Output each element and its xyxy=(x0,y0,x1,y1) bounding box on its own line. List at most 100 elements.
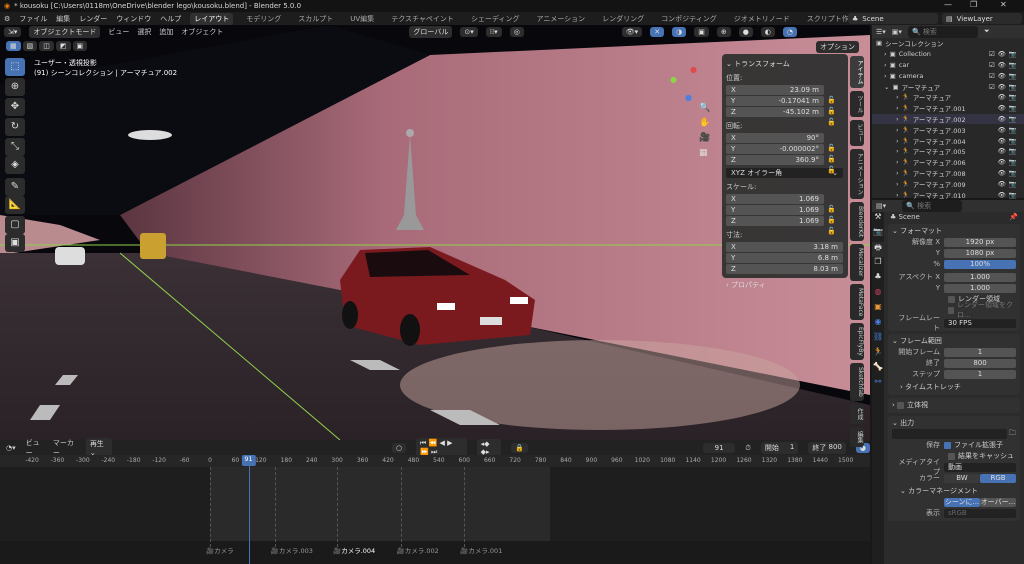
properties-search-input[interactable]: 🔍 検索 xyxy=(902,200,963,212)
visibility-toggles[interactable]: ☑👁📷 xyxy=(989,61,1020,69)
tab-item[interactable]: アイテム xyxy=(850,56,864,88)
select-tool-icon[interactable]: ⬚ xyxy=(5,58,25,76)
workspace-tab-animation[interactable]: アニメーション xyxy=(532,13,589,25)
overlay-toggle-icon[interactable]: ◑ xyxy=(672,27,687,37)
zoom-icon[interactable]: 🔍 xyxy=(699,103,710,113)
menu-render[interactable]: レンダー xyxy=(79,14,107,24)
select-intersect-icon[interactable]: ▣ xyxy=(72,41,88,51)
timeline-marker[interactable]: 🎥カメラ.004 xyxy=(333,545,375,555)
timeline-editor-type-icon[interactable]: ◔▾ xyxy=(6,444,16,452)
rotation-z-field[interactable]: Z 360.9° xyxy=(726,155,824,165)
visibility-toggles[interactable]: 👁📷 xyxy=(998,147,1020,155)
lock-icon[interactable]: 🔓 xyxy=(827,166,836,174)
object-tab-icon[interactable]: ▣ xyxy=(872,302,884,317)
override-button[interactable]: オーバー... xyxy=(980,497,1016,507)
viewport-menu-add[interactable]: 追加 xyxy=(159,27,173,37)
filter-icon[interactable]: ⏷ xyxy=(984,27,990,36)
rotation-x-field[interactable]: X 90° xyxy=(726,133,824,143)
cursor-tool-icon[interactable]: ⊕ xyxy=(5,78,25,96)
ortho-grid-icon[interactable]: ▦ xyxy=(699,148,710,158)
keying-set-icon[interactable]: 🔒 xyxy=(511,443,528,453)
visibility-toggles[interactable]: 👁📷 xyxy=(998,115,1020,123)
tab-metaface[interactable]: MetaFace xyxy=(850,283,864,321)
transform-header[interactable]: ⌄ トランスフォーム xyxy=(726,59,844,69)
current-frame-field[interactable]: 91 xyxy=(702,443,736,453)
editor-type-button[interactable]: ⇲▾ xyxy=(4,27,22,37)
scale-y-field[interactable]: Y 1.069 xyxy=(726,205,824,215)
workspace-tab-texture-paint[interactable]: テクスチャペイント xyxy=(387,13,458,25)
lock-icon[interactable]: 🔓 xyxy=(827,118,836,126)
aspect-x-field[interactable]: 1.000 xyxy=(944,272,1016,282)
visibility-toggles[interactable]: 👁📷 xyxy=(998,158,1020,166)
menu-file[interactable]: ファイル xyxy=(19,14,47,24)
shading-solid-icon[interactable]: ● xyxy=(738,27,753,37)
outliner-item-armature[interactable]: › 🏃 アーマチュア 👁📷 xyxy=(872,92,1024,103)
workspace-tab-uv[interactable]: UV編集 xyxy=(346,13,378,25)
gizmo-z-axis-icon[interactable]: ● xyxy=(685,93,692,102)
workspace-tab-modeling[interactable]: モデリング xyxy=(242,13,285,25)
gizmo-y-axis-icon[interactable]: ● xyxy=(670,75,677,84)
extra-tool-icon[interactable]: ▣ xyxy=(5,234,25,252)
resolution-x-field[interactable]: 1920 px xyxy=(944,237,1016,247)
time-stretch-subpanel[interactable]: › タイムストレッチ xyxy=(892,382,1016,392)
workspace-tab-shading[interactable]: シェーディング xyxy=(467,13,524,25)
menu-help[interactable]: ヘルプ xyxy=(160,14,181,24)
bone-tab-icon[interactable]: 🦴 xyxy=(872,362,884,377)
world-tab-icon[interactable]: ◍ xyxy=(872,287,884,302)
resolution-y-field[interactable]: 1080 px xyxy=(944,248,1016,258)
color-bw-button[interactable]: BW xyxy=(944,473,980,483)
location-y-field[interactable]: Y -0.17041 m xyxy=(726,96,824,106)
editor-type-icon[interactable]: ▤▾ xyxy=(876,202,886,210)
output-panel-header[interactable]: ⌄ 出力 xyxy=(892,418,1016,428)
auto-keying-icon[interactable]: ○ xyxy=(391,443,407,453)
measure-tool-icon[interactable]: 📐 xyxy=(5,196,25,214)
output-path-input[interactable] xyxy=(892,429,1007,439)
timeline-marker[interactable]: 🎥カメラ.003 xyxy=(271,545,313,555)
snap-icon[interactable]: ⁞⁞▾ xyxy=(485,27,502,37)
blender-menu-icon[interactable]: ⚙ xyxy=(4,15,10,23)
workspace-tab-sculpt[interactable]: スカルプト xyxy=(294,13,337,25)
shading-rendered-icon[interactable]: ◔ xyxy=(782,27,798,37)
options-button[interactable]: オプション xyxy=(816,41,859,53)
menu-window[interactable]: ウィンドウ xyxy=(116,14,151,24)
shading-material-icon[interactable]: ◐ xyxy=(760,27,775,37)
outliner-item-car[interactable]: › ▣ car ☑👁📷 xyxy=(872,60,1024,71)
tab-mecalizer[interactable]: Mecalizer xyxy=(850,244,864,281)
resolution-percent-slider[interactable]: 100% xyxy=(944,259,1016,269)
playhead[interactable] xyxy=(248,455,250,564)
outliner-item-armature[interactable]: › 🏃 アーマチュア.003 👁📷 xyxy=(872,124,1024,135)
scene-tab-icon[interactable]: ♣ xyxy=(872,272,884,287)
lock-icon[interactable]: 🔓 xyxy=(827,227,836,235)
stopwatch-icon[interactable]: ⏱ xyxy=(745,444,750,453)
close-button[interactable]: ✕ xyxy=(1000,0,1007,9)
viewport-menu-select[interactable]: 選択 xyxy=(137,27,151,37)
file-extension-checkbox[interactable]: ファイル拡張子 xyxy=(944,440,1003,450)
outliner-item-armature[interactable]: › 🏃 アーマチュア.004 👁📷 xyxy=(872,135,1024,146)
visibility-toggles[interactable]: ☑👁📷 xyxy=(989,50,1020,58)
tab-epicflyby[interactable]: EpicFlyBy xyxy=(850,323,864,361)
scale-z-field[interactable]: Z 1.069 xyxy=(726,216,824,226)
pan-hand-icon[interactable]: ✋ xyxy=(699,118,710,128)
tab-sketchfab[interactable]: Sketchfab xyxy=(850,363,864,401)
transform-orientation[interactable]: グローバル xyxy=(409,26,453,38)
xray-icon[interactable]: ▣ xyxy=(694,27,709,37)
color-management-header[interactable]: ⌄ カラーマネージメント xyxy=(892,486,1016,496)
visibility-icon[interactable]: 👁▾ xyxy=(621,27,643,37)
folder-icon[interactable]: 🗀 xyxy=(1007,429,1016,440)
visibility-toggles[interactable]: 👁📷 xyxy=(998,169,1020,177)
visibility-toggles[interactable]: 👁📷 xyxy=(998,137,1020,145)
visibility-toggles[interactable]: 👁📷 xyxy=(998,104,1020,112)
data-tab-icon[interactable]: ⚯ xyxy=(872,377,884,392)
dimension-z-field[interactable]: Z 8.03 m xyxy=(726,264,843,274)
shading-wireframe-icon[interactable]: ⊕ xyxy=(716,27,731,37)
outliner-item-armature-collection[interactable]: ⌄ ▣ アーマチュア ☑👁📷 xyxy=(872,81,1024,92)
frame-start-field[interactable]: 1 xyxy=(944,347,1016,357)
outliner-item-armature[interactable]: › 🏃 アーマチュア.009 👁📷 xyxy=(872,178,1024,189)
timeline-ruler[interactable]: -420 -360 -300 -240 -180 -120 -60 0 60 120 180 240 3… xyxy=(0,455,870,467)
tab-edit[interactable]: 編集 xyxy=(850,426,864,447)
gizmo-toggle-icon[interactable]: ✕ xyxy=(650,27,665,37)
add-cube-tool-icon[interactable]: ▢ xyxy=(5,216,25,234)
annotate-tool-icon[interactable]: ✎ xyxy=(5,178,25,196)
move-tool-icon[interactable]: ✥ xyxy=(5,98,25,116)
timeline-tracks[interactable] xyxy=(0,467,870,541)
